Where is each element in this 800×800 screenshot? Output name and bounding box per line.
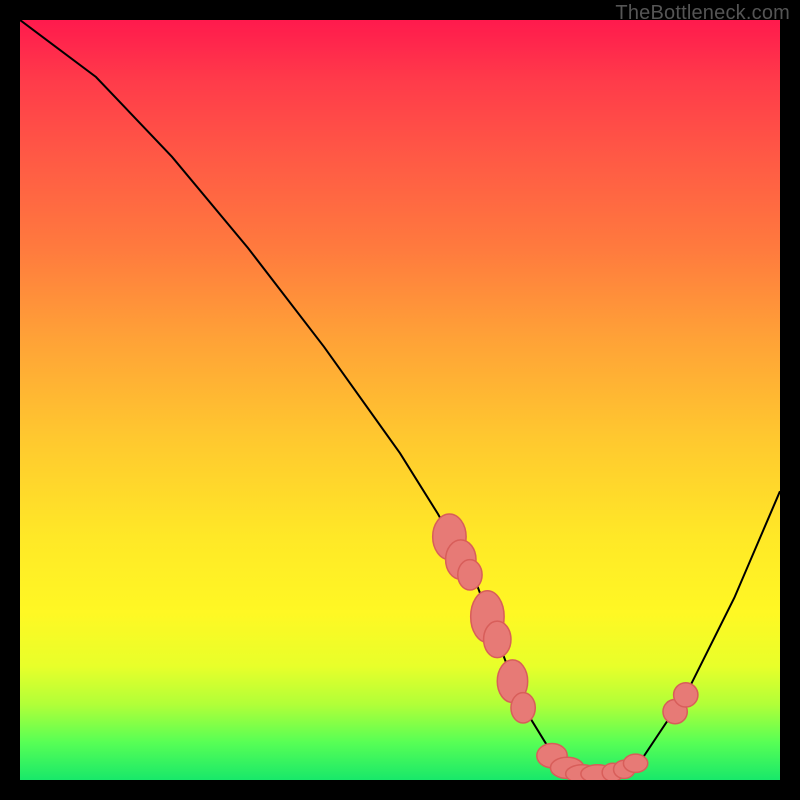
plot-area [20,20,780,780]
markers-group [433,514,698,780]
chart-stage: TheBottleneck.com [0,0,800,800]
chart-layer [20,20,780,780]
curve-path [20,20,780,776]
marker-cluster-d [623,754,647,772]
marker-cluster-a [458,560,482,590]
marker-cluster-b [484,621,511,657]
chart-svg [20,20,780,780]
marker-cluster-c [511,693,535,723]
marker-cluster-e [674,683,698,707]
